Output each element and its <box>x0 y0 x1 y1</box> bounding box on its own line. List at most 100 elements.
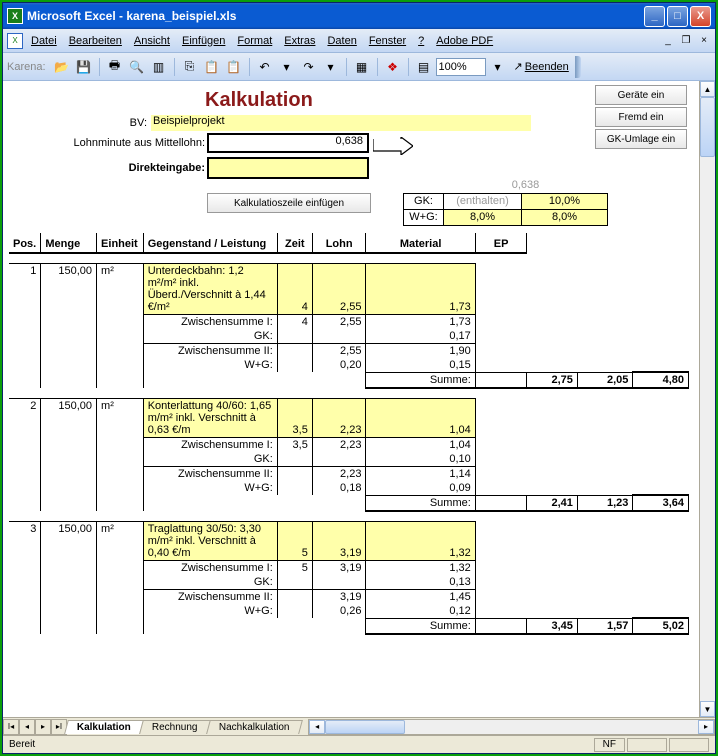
vertical-scrollbar[interactable]: ▲ ▼ <box>699 81 715 717</box>
cell-menge[interactable]: 150,00 <box>41 263 97 388</box>
menu-fenster[interactable]: Fenster <box>369 35 406 47</box>
hscroll-thumb[interactable] <box>325 720 405 734</box>
fremd-ein-button[interactable]: Fremd ein <box>595 107 687 127</box>
menu-daten[interactable]: Daten <box>327 35 356 47</box>
menu-datei[interactable]: Datei <box>31 35 57 47</box>
cell-pos[interactable]: 2 <box>9 398 41 511</box>
menu-ansicht[interactable]: Ansicht <box>134 35 170 47</box>
cell-zeit[interactable]: 5 <box>277 521 312 560</box>
doc-close-button[interactable]: × <box>697 34 711 48</box>
paste-special-icon[interactable]: 📋 <box>224 57 244 77</box>
beenden-button[interactable]: ↗ Beenden <box>514 60 569 73</box>
copy-icon[interactable]: ⎘ <box>180 57 200 77</box>
cell-zw1-zeit: 5 <box>277 560 312 575</box>
redo-dropdown-icon[interactable]: ▾ <box>321 57 341 77</box>
cell-einheit[interactable]: m² <box>97 263 144 388</box>
zoom-dropdown-icon[interactable]: ▾ <box>488 57 508 77</box>
scroll-left-icon[interactable]: ◂ <box>309 720 325 734</box>
cell-ep: 5,02 <box>633 618 689 634</box>
bv-field[interactable]: Beispielprojekt <box>151 115 531 131</box>
status-ready: Bereit <box>9 739 35 750</box>
cell-material[interactable]: 1,73 <box>366 263 475 314</box>
menu-einfuegen[interactable]: Einfügen <box>182 35 225 47</box>
cell-lohn[interactable]: 2,55 <box>312 263 366 314</box>
zoom-combo[interactable]: 100% <box>436 58 486 76</box>
open-icon[interactable]: 📂 <box>52 57 72 77</box>
tab-next-icon[interactable]: ▸ <box>35 719 51 735</box>
maximize-button[interactable]: □ <box>667 6 688 27</box>
cell-zeit[interactable]: 4 <box>277 263 312 314</box>
close-button[interactable]: X <box>690 6 711 27</box>
wg-percent-1[interactable]: 8,0% <box>444 209 522 225</box>
cell-material[interactable]: 1,04 <box>366 398 475 437</box>
menu-format[interactable]: Format <box>237 35 272 47</box>
doc-icon[interactable]: X <box>7 33 23 49</box>
tab-prev-icon[interactable]: ◂ <box>19 719 35 735</box>
worksheet[interactable]: Kalkulation Geräte ein Fremd ein GK-Umla… <box>3 81 699 717</box>
tab-rechnung[interactable]: Rechnung <box>139 720 210 734</box>
geraete-ein-button[interactable]: Geräte ein <box>595 85 687 105</box>
cell-sum-lohn: 3,45 <box>527 618 577 634</box>
minimize-button[interactable]: _ <box>644 6 665 27</box>
cell-einheit[interactable]: m² <box>97 398 144 511</box>
cell-pos[interactable]: 1 <box>9 263 41 388</box>
track-icon[interactable]: ❖ <box>383 57 403 77</box>
menu-extras[interactable]: Extras <box>284 35 315 47</box>
wg-percent-2[interactable]: 8,0% <box>522 209 608 225</box>
paste-icon[interactable]: 📋 <box>202 57 222 77</box>
col-material: Material <box>366 233 475 253</box>
save-icon[interactable]: 💾 <box>74 57 94 77</box>
menu-bearbeiten[interactable]: Bearbeiten <box>69 35 122 47</box>
label-wg: W+G: <box>143 358 277 373</box>
scroll-down-icon[interactable]: ▼ <box>700 701 715 717</box>
toolbar: Karena: 📂 💾 🖶 🔍 ▥ ⎘ 📋 📋 ↶ ▾ ↷ ▾ ▦ ❖ ▤ 10… <box>3 53 715 81</box>
cell-pos[interactable]: 3 <box>9 521 41 634</box>
cell-einheit[interactable]: m² <box>97 521 144 634</box>
label-wg: W+G: <box>143 604 277 619</box>
cell-zw1-lohn: 3,19 <box>312 560 366 575</box>
print-icon[interactable]: 🖶 <box>105 57 125 77</box>
redo-icon[interactable]: ↷ <box>299 57 319 77</box>
page-setup-icon[interactable]: ▥ <box>149 57 169 77</box>
cell-ep: 3,64 <box>633 495 689 511</box>
cell-lohn[interactable]: 2,23 <box>312 398 366 437</box>
tab-nachkalkulation[interactable]: Nachkalkulation <box>206 720 302 734</box>
doc-minimize-button[interactable]: _ <box>661 34 675 48</box>
scroll-right-icon[interactable]: ▸ <box>698 720 714 734</box>
lohnminute-field[interactable]: 0,638 <box>207 133 369 153</box>
doc-restore-button[interactable]: ❐ <box>679 34 693 48</box>
cell-menge[interactable]: 150,00 <box>41 398 97 511</box>
cell-wg-mat: 0,09 <box>366 481 475 496</box>
label-zw2: Zwischensumme II: <box>143 466 277 481</box>
toolbar-grip[interactable] <box>575 56 581 78</box>
label-zw2: Zwischensumme II: <box>143 343 277 358</box>
cell-gegenstand[interactable]: Konterlattung 40/60: 1,65 m/m² inkl. Ver… <box>143 398 277 437</box>
scroll-up-icon[interactable]: ▲ <box>700 81 715 97</box>
menu-adobe-pdf[interactable]: Adobe PDF <box>436 35 493 47</box>
undo-icon[interactable]: ↶ <box>255 57 275 77</box>
gk-percent[interactable]: 10,0% <box>522 193 608 209</box>
direkteingabe-label: Direkteingabe: <box>21 162 205 174</box>
col-zeit: Zeit <box>277 233 312 253</box>
undo-dropdown-icon[interactable]: ▾ <box>277 57 297 77</box>
gk-enthalten: (enthalten) <box>444 193 522 209</box>
horizontal-scrollbar[interactable]: ◂ ▸ <box>308 719 715 735</box>
cell-material[interactable]: 1,32 <box>366 521 475 560</box>
cell-lohn[interactable]: 3,19 <box>312 521 366 560</box>
excel-icon: X <box>7 8 23 24</box>
menu-help[interactable]: ? <box>418 35 424 47</box>
print-preview-icon[interactable]: 🔍 <box>127 57 147 77</box>
tab-kalkulation[interactable]: Kalkulation <box>64 720 144 734</box>
vscroll-thumb[interactable] <box>700 97 715 157</box>
cell-zeit[interactable]: 3,5 <box>277 398 312 437</box>
cell-gegenstand[interactable]: Unterdeckbahn: 1,2 m²/m² inkl. Überd./Ve… <box>143 263 277 314</box>
bv-label: BV: <box>119 117 147 129</box>
tab-first-icon[interactable]: I◂ <box>3 719 19 735</box>
cell-menge[interactable]: 150,00 <box>41 521 97 634</box>
gridlines-icon[interactable]: ▤ <box>414 57 434 77</box>
gk-umlage-ein-button[interactable]: GK-Umlage ein <box>595 129 687 149</box>
direkteingabe-field[interactable] <box>207 157 369 179</box>
grid-icon[interactable]: ▦ <box>352 57 372 77</box>
insert-kalkzeile-button[interactable]: Kalkulatioszeile einfügen <box>207 193 371 213</box>
cell-gegenstand[interactable]: Traglattung 30/50: 3,30 m/m² inkl. Versc… <box>143 521 277 560</box>
